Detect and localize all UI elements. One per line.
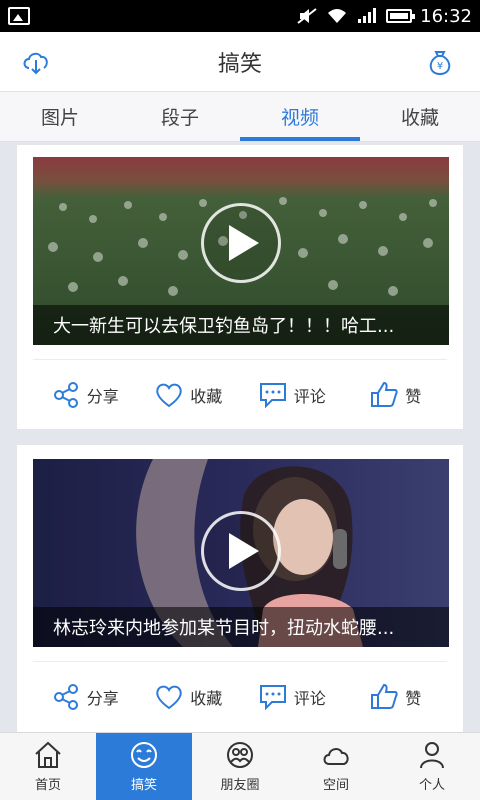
nav-funny-label: 搞笑: [130, 778, 157, 793]
battery-icon: [386, 9, 416, 23]
wifi-icon: [328, 9, 347, 23]
favorite-button[interactable]: 收藏: [137, 682, 241, 712]
play-icon[interactable]: [201, 203, 281, 283]
home-icon: [35, 741, 61, 768]
page-title: 搞笑: [217, 51, 262, 77]
thumbs-up-icon: [371, 381, 398, 407]
comment-label: 评论: [293, 688, 326, 708]
person-icon: [420, 742, 444, 769]
comment-icon: [259, 684, 286, 710]
video-card: 大一新生可以去保卫钓鱼岛了！！！哈工... 分享 收藏 评论 赞: [16, 144, 464, 430]
nav-moments-label: 朋友圈: [220, 778, 260, 793]
svg-text:¥: ¥: [437, 61, 443, 72]
share-button[interactable]: 分享: [33, 380, 137, 410]
comment-button[interactable]: 评论: [240, 682, 344, 712]
bottom-nav: 首页 搞笑 朋友圈 空间 个人: [0, 732, 480, 800]
cloud-download-icon: [23, 52, 48, 75]
card-actions: 分享 收藏 评论 赞: [33, 661, 447, 731]
status-time: 16:32: [420, 5, 472, 27]
favorite-label: 收藏: [190, 688, 223, 708]
favorite-button[interactable]: 收藏: [137, 380, 241, 410]
video-thumbnail[interactable]: 大一新生可以去保卫钓鱼岛了！！！哈工...: [33, 157, 449, 345]
status-bar: 16:32: [0, 0, 480, 32]
nav-home-label: 首页: [34, 778, 61, 793]
share-label: 分享: [86, 688, 119, 708]
video-card: 林志玲来内地参加某节目时，扭动水蛇腰... 分享 收藏 评论 赞: [16, 444, 464, 732]
nav-space[interactable]: 空间: [288, 733, 384, 800]
video-thumbnail[interactable]: 林志玲来内地参加某节目时，扭动水蛇腰...: [33, 459, 449, 647]
nav-home[interactable]: 首页: [0, 733, 96, 800]
tab-videos[interactable]: 视频: [240, 92, 360, 141]
category-tabs: 图片 段子 视频 收藏: [0, 92, 480, 142]
nav-profile-label: 个人: [418, 778, 445, 793]
cloud-icon: [323, 748, 349, 765]
cloud-download-button[interactable]: [18, 44, 54, 80]
thumbs-up-icon: [371, 683, 398, 709]
nav-moments[interactable]: 朋友圈: [192, 733, 288, 800]
share-label: 分享: [86, 386, 119, 406]
like-label: 赞: [405, 386, 422, 406]
heart-icon: [156, 685, 182, 709]
tab-pictures[interactable]: 图片: [0, 92, 120, 141]
tab-favorites[interactable]: 收藏: [360, 92, 480, 141]
friends-icon: [227, 742, 253, 768]
nav-space-label: 空间: [322, 778, 349, 793]
nav-profile[interactable]: 个人: [384, 733, 480, 800]
like-button[interactable]: 赞: [344, 682, 448, 712]
status-right: 16:32: [296, 6, 472, 27]
video-feed[interactable]: 大一新生可以去保卫钓鱼岛了！！！哈工... 分享 收藏 评论 赞 林志玲来内地参…: [0, 142, 480, 732]
mute-icon: [297, 8, 317, 24]
signal-icon: [358, 8, 377, 23]
video-caption: 林志玲来内地参加某节目时，扭动水蛇腰...: [33, 607, 449, 647]
money-bag-icon: ¥: [429, 51, 451, 76]
play-icon[interactable]: [201, 511, 281, 591]
tab-jokes[interactable]: 段子: [120, 92, 240, 141]
gallery-notification-icon: [8, 7, 30, 25]
share-icon: [53, 381, 78, 408]
heart-icon: [156, 383, 182, 407]
money-bag-button[interactable]: ¥: [422, 44, 458, 80]
nav-funny[interactable]: 搞笑: [96, 733, 192, 800]
app-header: 搞笑 ¥: [0, 32, 480, 92]
like-label: 赞: [405, 688, 422, 708]
like-button[interactable]: 赞: [344, 380, 448, 410]
card-actions: 分享 收藏 评论 赞: [33, 359, 447, 429]
smile-icon: [131, 742, 157, 768]
favorite-label: 收藏: [190, 386, 223, 406]
comment-button[interactable]: 评论: [240, 380, 344, 410]
share-button[interactable]: 分享: [33, 682, 137, 712]
comment-label: 评论: [293, 386, 326, 406]
share-icon: [53, 683, 78, 710]
video-caption: 大一新生可以去保卫钓鱼岛了！！！哈工...: [33, 305, 449, 345]
comment-icon: [259, 382, 286, 408]
